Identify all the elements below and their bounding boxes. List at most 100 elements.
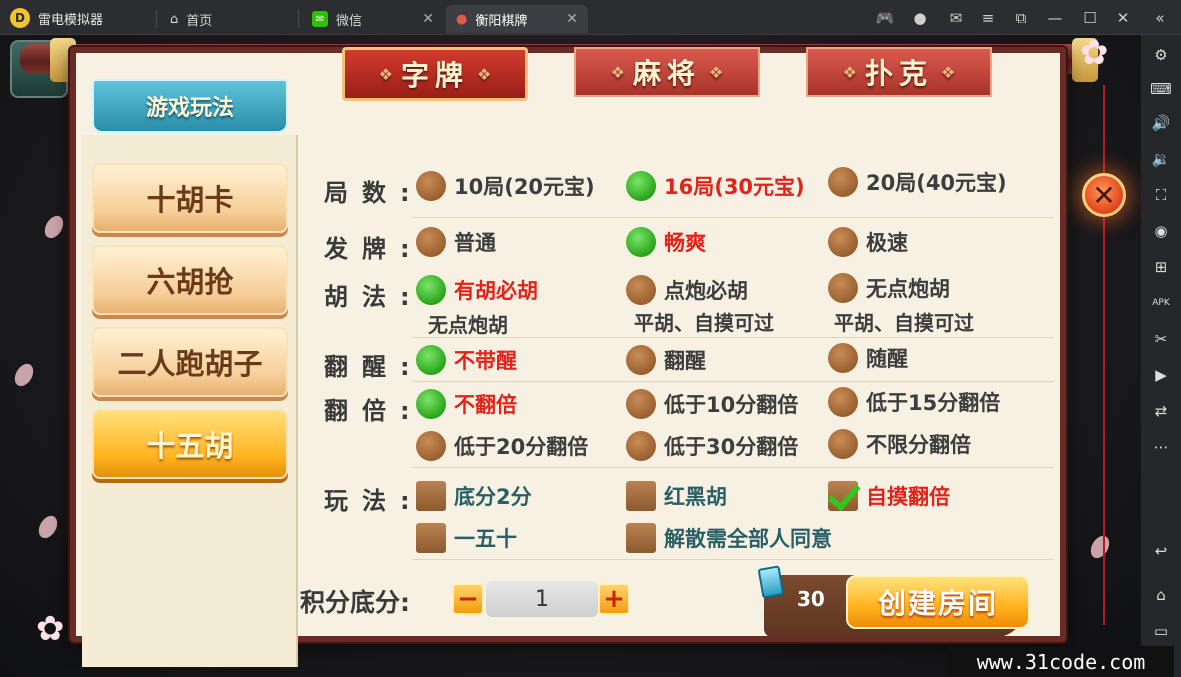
- checkbox-yiwushi[interactable]: 一五十: [416, 523, 517, 553]
- option-double-none[interactable]: 不翻倍: [416, 389, 517, 419]
- tab-home[interactable]: ⌂ 首页: [160, 5, 296, 33]
- tab-majiang[interactable]: ❖ 麻将 ❖: [574, 47, 760, 97]
- option-xing-fan[interactable]: 翻醒: [626, 345, 706, 375]
- option-double-15[interactable]: 低于15分翻倍: [828, 387, 1000, 417]
- decrement-button[interactable]: −: [452, 583, 484, 615]
- option-deal-normal[interactable]: 普通: [416, 227, 496, 257]
- rule-label-deal: 发牌:: [324, 235, 410, 263]
- close-dialog-button[interactable]: ✕: [1082, 173, 1126, 217]
- tab-label: 衡阳棋牌: [475, 13, 528, 29]
- more-icon[interactable]: ⋯: [1149, 435, 1173, 459]
- mode-button-errenpaohuzi[interactable]: 二人跑胡子: [92, 327, 288, 397]
- checkbox-red-black[interactable]: 红黑胡: [626, 481, 727, 511]
- rules-content: 局数: 10局(20元宝) 16局(30元宝) 20局(40元宝) 发牌: 普通…: [300, 135, 1056, 665]
- tab-hengyang-qipai[interactable]: ● 衡阳棋牌 ✕: [446, 5, 588, 33]
- record-icon[interactable]: ◉: [1149, 219, 1173, 243]
- radio-icon: [828, 167, 858, 197]
- option-rounds-20[interactable]: 20局(40元宝): [828, 167, 1007, 197]
- option-double-30[interactable]: 低于30分翻倍: [626, 431, 798, 461]
- petal-decoration: [41, 212, 67, 242]
- settings-icon[interactable]: ⚙: [1149, 43, 1173, 67]
- option-xing-sui[interactable]: 随醒: [828, 343, 908, 373]
- volume-up-icon[interactable]: 🔊: [1149, 111, 1173, 135]
- rule-label-double: 翻倍:: [324, 397, 410, 425]
- close-tab-icon[interactable]: ✕: [566, 11, 578, 27]
- option-deal-fast[interactable]: 极速: [828, 227, 908, 257]
- emulator-titlebar: D 雷电模拟器 ⌂ 首页 ✉ 微信 ✕ ● 衡阳棋牌 ✕ 🎮 ● ✉ ≡ ⧉ —…: [0, 0, 1181, 35]
- radio-selected-icon: [626, 171, 656, 201]
- increment-button[interactable]: +: [598, 583, 630, 615]
- scissors-icon[interactable]: ✂: [1149, 327, 1173, 351]
- radio-icon: [626, 275, 656, 305]
- close-icon[interactable]: ✕: [1113, 8, 1133, 28]
- ornament-icon: ❖: [941, 62, 956, 82]
- mode-button-liuhuqiang[interactable]: 六胡抢: [92, 245, 288, 315]
- flower-decoration: ✿: [36, 609, 65, 649]
- checkbox-icon: [626, 481, 656, 511]
- maximize-icon[interactable]: ☐: [1080, 8, 1100, 28]
- option-hu-nodianpao[interactable]: 无点炮胡: [828, 273, 950, 303]
- tab-poker[interactable]: ❖ 扑克 ❖: [806, 47, 992, 97]
- radio-icon: [416, 431, 446, 461]
- divider: [412, 217, 1054, 218]
- checkbox-checked-icon: [828, 481, 858, 511]
- checkbox-dismiss-consent[interactable]: 解散需全部人同意: [626, 523, 832, 553]
- minimize-icon[interactable]: —: [1045, 8, 1065, 28]
- close-tab-icon[interactable]: ✕: [422, 11, 434, 27]
- tab-label: 字牌: [400, 59, 469, 92]
- option-hu-must[interactable]: 有胡必胡: [416, 275, 538, 305]
- ornament-icon: ❖: [477, 64, 492, 84]
- mail-icon[interactable]: ✉: [946, 8, 966, 28]
- user-icon[interactable]: ●: [910, 8, 930, 28]
- volume-down-icon[interactable]: 🔉: [1149, 147, 1173, 171]
- menu-icon[interactable]: ≡: [978, 8, 998, 28]
- radio-selected-icon: [626, 227, 656, 257]
- option-deal-smooth[interactable]: 畅爽: [626, 227, 706, 257]
- gamepad-icon[interactable]: 🎮: [875, 8, 895, 28]
- divider: [412, 559, 1054, 560]
- sync-icon[interactable]: ⇄: [1149, 399, 1173, 423]
- tab-wechat[interactable]: ✉ 微信 ✕: [302, 5, 444, 33]
- option-note: 无点炮胡: [428, 313, 508, 337]
- mode-button-shihuka[interactable]: 十胡卡: [92, 163, 288, 233]
- option-rounds-16[interactable]: 16局(30元宝): [626, 171, 805, 201]
- ornament-icon: ❖: [378, 64, 393, 84]
- collapse-icon[interactable]: «: [1150, 8, 1170, 28]
- lantern-string: [1103, 85, 1105, 625]
- checkbox-icon: [416, 523, 446, 553]
- option-double-10[interactable]: 低于10分翻倍: [626, 389, 798, 419]
- apk-icon[interactable]: APK: [1149, 291, 1173, 315]
- create-room-button[interactable]: 创建房间: [846, 575, 1030, 629]
- radio-selected-icon: [416, 275, 446, 305]
- back-icon[interactable]: ↩: [1149, 539, 1173, 563]
- panel-title: 游戏玩法: [92, 79, 288, 133]
- keyboard-icon[interactable]: ⌨: [1149, 77, 1173, 101]
- restore-icon[interactable]: ⧉: [1011, 8, 1031, 28]
- option-rounds-10[interactable]: 10局(20元宝): [416, 171, 595, 201]
- radio-icon: [626, 389, 656, 419]
- add-app-icon[interactable]: ⊞: [1149, 255, 1173, 279]
- petal-decoration: [1087, 532, 1113, 562]
- option-hu-dianpao[interactable]: 点炮必胡: [626, 275, 748, 305]
- screenshot-icon[interactable]: ⛶: [1149, 183, 1173, 207]
- option-double-20[interactable]: 低于20分翻倍: [416, 431, 588, 461]
- emulator-brand: D 雷电模拟器: [10, 7, 103, 29]
- mode-button-shiwuhu[interactable]: 十五胡: [92, 409, 288, 479]
- watermark: www.31code.com: [948, 646, 1174, 677]
- option-xing-none[interactable]: 不带醒: [416, 345, 517, 375]
- recent-icon[interactable]: ▭: [1149, 619, 1173, 643]
- home-nav-icon[interactable]: ⌂: [1149, 583, 1173, 607]
- checkbox-zimo-double[interactable]: 自摸翻倍: [828, 481, 950, 511]
- option-note: 平胡、自摸可过: [634, 311, 774, 335]
- video-icon[interactable]: ▶: [1149, 363, 1173, 387]
- radio-icon: [828, 387, 858, 417]
- tab-label: 麻将: [632, 57, 701, 90]
- wechat-icon: ✉: [312, 11, 328, 27]
- tab-zipai[interactable]: ❖ 字牌 ❖: [342, 47, 528, 101]
- radio-icon: [416, 227, 446, 257]
- option-double-unlimited[interactable]: 不限分翻倍: [828, 429, 971, 459]
- checkbox-base-2[interactable]: 底分2分: [416, 481, 532, 511]
- petal-decoration: [35, 512, 61, 542]
- radio-icon: [828, 227, 858, 257]
- petal-decoration: [11, 360, 37, 390]
